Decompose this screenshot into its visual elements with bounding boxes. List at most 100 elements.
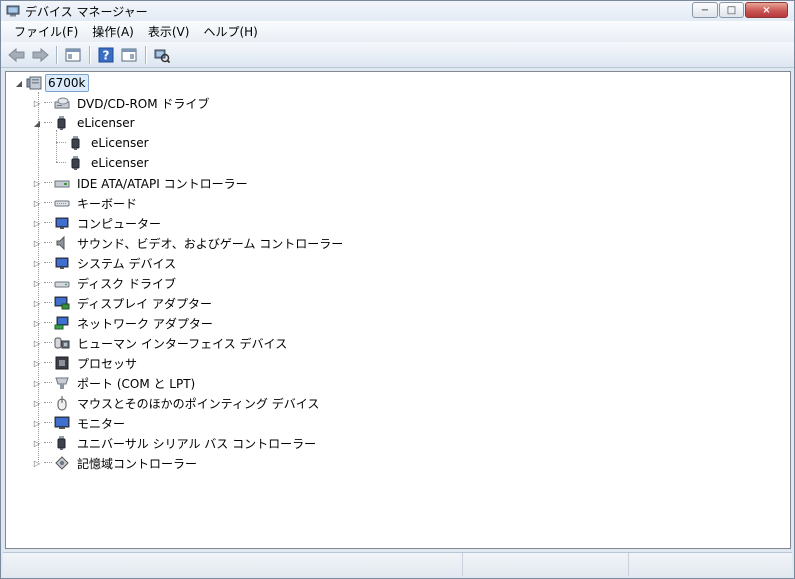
tree-item-label[interactable]: ヒューマン インターフェイス デバイス bbox=[75, 334, 289, 353]
window-title: デバイス マネージャー bbox=[25, 4, 148, 19]
tree-item-elicenser[interactable]: ◢ eLicenser bbox=[32, 113, 137, 133]
menu-file[interactable]: ファイル(F) bbox=[7, 21, 85, 42]
tree-item-label[interactable]: システム デバイス bbox=[75, 254, 178, 273]
tree-connector bbox=[44, 422, 52, 424]
tree-item-label[interactable]: プロセッサ bbox=[75, 354, 139, 373]
expand-triangle-icon[interactable]: ▷ bbox=[32, 298, 42, 308]
minimize-button[interactable]: − bbox=[692, 2, 718, 18]
tree-item-computer[interactable]: ▷ コンピューター bbox=[32, 213, 163, 233]
computer-monitor-icon bbox=[54, 215, 70, 231]
tree-item-storage-controllers[interactable]: ▷ 記憶域コントローラー bbox=[32, 453, 199, 473]
tree-connector bbox=[44, 382, 52, 384]
expand-triangle-icon[interactable]: ▷ bbox=[32, 378, 42, 388]
tree-item-sound[interactable]: ▷ サウンド、ビデオ、およびゲーム コントローラー bbox=[32, 233, 345, 253]
menu-action[interactable]: 操作(A) bbox=[85, 21, 141, 42]
tree-item-label[interactable]: コンピューター bbox=[75, 214, 163, 233]
collapse-triangle-icon[interactable]: ◢ bbox=[32, 118, 42, 128]
usb-key-icon bbox=[68, 155, 84, 171]
tree-item-hid[interactable]: ▷ ヒューマン インターフェイス デバイス bbox=[32, 333, 289, 353]
tree-item-label[interactable]: ポート (COM と LPT) bbox=[75, 374, 197, 393]
menu-help[interactable]: ヘルプ(H) bbox=[196, 21, 264, 42]
tree-item-usb-controllers[interactable]: ▷ ユニバーサル シリアル バス コントローラー bbox=[32, 433, 318, 453]
forward-button[interactable] bbox=[30, 45, 50, 65]
tree-connector bbox=[44, 322, 52, 324]
help-button[interactable]: ? bbox=[96, 45, 116, 65]
toolbar-separator bbox=[145, 45, 147, 64]
tree-item-label[interactable]: キーボード bbox=[75, 194, 139, 213]
tree-item-label[interactable]: IDE ATA/ATAPI コントローラー bbox=[75, 174, 250, 193]
expand-triangle-icon[interactable]: ▷ bbox=[32, 238, 42, 248]
tree-item-label[interactable]: ネットワーク アダプター bbox=[75, 314, 215, 333]
tree-item-dvd[interactable]: ▷ DVD/CD-ROM ドライブ bbox=[32, 93, 211, 113]
maximize-button[interactable]: □ bbox=[719, 2, 744, 18]
tree-connector bbox=[56, 162, 66, 164]
expand-triangle-icon[interactable]: ▷ bbox=[32, 98, 42, 108]
expand-triangle-icon[interactable]: ▷ bbox=[32, 258, 42, 268]
scan-hardware-icon bbox=[154, 49, 170, 63]
tree-child-elicenser-1[interactable]: eLicenser bbox=[56, 133, 151, 153]
expand-triangle-icon[interactable]: ▷ bbox=[32, 338, 42, 348]
tree-item-monitors[interactable]: ▷ モニター bbox=[32, 413, 127, 433]
expand-triangle-icon[interactable]: ▷ bbox=[32, 218, 42, 228]
tree-item-label[interactable]: eLicenser bbox=[89, 135, 151, 151]
tree-root-label[interactable]: 6700k bbox=[45, 74, 89, 92]
usb-controller-icon bbox=[54, 435, 70, 451]
scan-hardware-button[interactable] bbox=[152, 45, 172, 65]
tree-item-display-adapters[interactable]: ▷ ディスプレイ アダプター bbox=[32, 293, 214, 313]
tree-item-label[interactable]: ユニバーサル シリアル バス コントローラー bbox=[75, 434, 318, 453]
disk-drive-icon bbox=[54, 275, 70, 291]
tree-item-label[interactable]: マウスとそのほかのポインティング デバイス bbox=[75, 394, 321, 413]
tree-connector bbox=[44, 342, 52, 344]
usb-key-icon bbox=[68, 135, 84, 151]
collapse-triangle-icon[interactable]: ◢ bbox=[14, 78, 24, 88]
tree-item-processors[interactable]: ▷ プロセッサ bbox=[32, 353, 139, 373]
tree-item-label[interactable]: サウンド、ビデオ、およびゲーム コントローラー bbox=[75, 234, 345, 253]
tree-item-mice[interactable]: ▷ マウスとそのほかのポインティング デバイス bbox=[32, 393, 321, 413]
tree-item-label[interactable]: DVD/CD-ROM ドライブ bbox=[75, 94, 211, 113]
forward-arrow-icon bbox=[32, 47, 49, 62]
tree-item-disk-drives[interactable]: ▷ ディスク ドライブ bbox=[32, 273, 178, 293]
tree-item-label[interactable]: ディスク ドライブ bbox=[75, 274, 178, 293]
expand-triangle-icon[interactable]: ▷ bbox=[32, 178, 42, 188]
system-device-icon bbox=[54, 255, 70, 271]
status-pane-tertiary bbox=[629, 553, 792, 576]
tree-item-label[interactable]: 記憶域コントローラー bbox=[75, 454, 199, 473]
tree-connector bbox=[44, 242, 52, 244]
tree-item-label[interactable]: モニター bbox=[75, 414, 127, 433]
tree-item-label[interactable]: eLicenser bbox=[89, 155, 151, 171]
expand-triangle-icon[interactable]: ▷ bbox=[32, 398, 42, 408]
expand-triangle-icon[interactable]: ▷ bbox=[32, 418, 42, 428]
expand-triangle-icon[interactable]: ▷ bbox=[32, 358, 42, 368]
expand-triangle-icon[interactable]: ▷ bbox=[32, 318, 42, 328]
tree-item-network-adapters[interactable]: ▷ ネットワーク アダプター bbox=[32, 313, 215, 333]
expand-triangle-icon[interactable]: ▷ bbox=[32, 458, 42, 468]
close-button[interactable]: × bbox=[745, 2, 788, 18]
mouse-icon bbox=[54, 395, 70, 411]
tree-item-ide[interactable]: ▷ IDE ATA/ATAPI コントローラー bbox=[32, 173, 250, 193]
device-tree[interactable]: ◢ 6700k ▷ DVD/CD-ROM ドライブ ◢ eLicenser eL… bbox=[5, 71, 791, 549]
processor-icon bbox=[54, 355, 70, 371]
tree-child-elicenser-2[interactable]: eLicenser bbox=[56, 153, 151, 173]
view-button[interactable] bbox=[119, 45, 139, 65]
status-pane-secondary bbox=[463, 553, 629, 576]
tree-item-system-devices[interactable]: ▷ システム デバイス bbox=[32, 253, 178, 273]
tree-item-label[interactable]: eLicenser bbox=[75, 115, 137, 131]
tree-item-keyboard[interactable]: ▷ キーボード bbox=[32, 193, 139, 213]
show-hide-console-tree-button[interactable] bbox=[63, 45, 83, 65]
tree-connector bbox=[44, 462, 52, 464]
toolbar: ? bbox=[1, 42, 794, 68]
menu-view[interactable]: 表示(V) bbox=[141, 21, 197, 42]
expand-triangle-icon[interactable]: ▷ bbox=[32, 198, 42, 208]
title-bar[interactable]: デバイス マネージャー − □ × bbox=[1, 1, 794, 21]
console-tree-icon bbox=[65, 48, 81, 61]
menu-bar: ファイル(F) 操作(A) 表示(V) ヘルプ(H) bbox=[1, 21, 794, 42]
tree-root-row[interactable]: ◢ 6700k bbox=[14, 73, 89, 93]
tree-item-ports[interactable]: ▷ ポート (COM と LPT) bbox=[32, 373, 197, 393]
expand-triangle-icon[interactable]: ▷ bbox=[32, 278, 42, 288]
back-arrow-icon bbox=[8, 47, 25, 62]
tree-item-label[interactable]: ディスプレイ アダプター bbox=[75, 294, 214, 313]
expand-triangle-icon[interactable]: ▷ bbox=[32, 438, 42, 448]
network-adapter-icon bbox=[54, 315, 70, 331]
display-adapter-icon bbox=[54, 295, 70, 311]
back-button[interactable] bbox=[7, 45, 27, 65]
